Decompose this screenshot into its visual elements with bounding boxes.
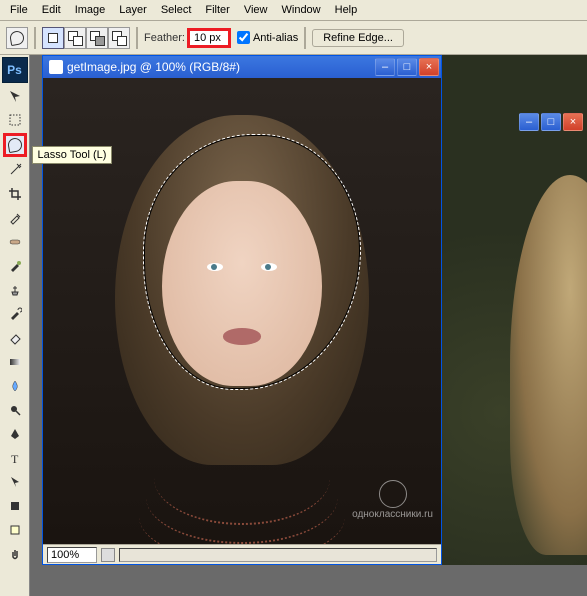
document-statusbar: 100% — [43, 544, 441, 564]
options-bar: Feather: 10 px Anti-alias Refine Edge... — [0, 21, 587, 55]
document-title: getImage.jpg @ 100% (RGB/8#) — [67, 60, 371, 74]
mdi-window-buttons: – □ × — [519, 113, 583, 131]
path-selection-tool[interactable] — [3, 471, 27, 493]
marquee-tool[interactable] — [3, 109, 27, 131]
watermark-text: одноклассники.ru — [352, 509, 433, 520]
hand-tool[interactable] — [3, 543, 27, 565]
close-button[interactable]: × — [419, 58, 439, 76]
watermark: одноклассники.ru — [352, 480, 433, 520]
menu-view[interactable]: View — [238, 2, 274, 18]
menu-file[interactable]: File — [4, 2, 34, 18]
mdi-minimize-button[interactable]: – — [519, 113, 539, 131]
menu-bar: File Edit Image Layer Select Filter View… — [0, 0, 587, 21]
mdi-maximize-button[interactable]: □ — [541, 113, 561, 131]
menu-window[interactable]: Window — [276, 2, 327, 18]
antialias-checkbox[interactable]: Anti-alias — [237, 31, 298, 44]
type-tool[interactable]: T — [3, 447, 27, 469]
watermark-icon — [379, 480, 407, 508]
eyedropper-tool[interactable] — [3, 207, 27, 229]
eraser-tool[interactable] — [3, 327, 27, 349]
history-brush-tool[interactable] — [3, 303, 27, 325]
feather-label: Feather: — [144, 32, 185, 44]
selection-mode-intersect[interactable] — [108, 27, 130, 49]
shape-tool[interactable] — [3, 495, 27, 517]
zoom-input[interactable]: 100% — [47, 547, 97, 563]
toolbox: Ps Lasso Tool (L) — [0, 55, 30, 596]
antialias-label: Anti-alias — [253, 32, 298, 44]
feather-control: Feather: 10 px — [144, 28, 231, 48]
lasso-tool[interactable]: Lasso Tool (L) — [3, 133, 27, 157]
move-tool[interactable] — [3, 85, 27, 107]
selection-mode-group — [42, 27, 130, 49]
selection-mode-subtract[interactable] — [86, 27, 108, 49]
current-tool-indicator[interactable] — [6, 27, 28, 49]
menu-edit[interactable]: Edit — [36, 2, 67, 18]
clone-stamp-tool[interactable] — [3, 279, 27, 301]
statusbar-info-icon[interactable] — [101, 548, 115, 562]
svg-text:T: T — [11, 452, 19, 465]
dodge-tool[interactable] — [3, 399, 27, 421]
maximize-button[interactable]: □ — [397, 58, 417, 76]
app-badge: Ps — [2, 57, 28, 83]
lasso-icon — [6, 137, 22, 153]
menu-image[interactable]: Image — [69, 2, 112, 18]
brush-tool[interactable] — [3, 255, 27, 277]
separator — [34, 27, 36, 49]
photo-necklace — [139, 469, 346, 544]
pen-tool[interactable] — [3, 423, 27, 445]
workspace: – □ × Ps Lasso Tool (L) — [0, 55, 587, 596]
separator — [136, 27, 138, 49]
menu-layer[interactable]: Layer — [113, 2, 153, 18]
separator — [304, 27, 306, 49]
document-icon — [49, 60, 63, 74]
crop-tool[interactable] — [3, 183, 27, 205]
minimize-button[interactable]: – — [375, 58, 395, 76]
lasso-tooltip: Lasso Tool (L) — [32, 146, 113, 164]
healing-brush-tool[interactable] — [3, 231, 27, 253]
document-window: getImage.jpg @ 100% (RGB/8#) – □ × — [42, 55, 442, 565]
horizontal-scrollbar[interactable] — [119, 548, 437, 562]
antialias-checkbox-input[interactable] — [237, 31, 250, 44]
menu-help[interactable]: Help — [329, 2, 364, 18]
gradient-tool[interactable] — [3, 351, 27, 373]
lasso-icon — [9, 29, 25, 45]
window-buttons: – □ × — [375, 58, 439, 76]
magic-wand-tool[interactable] — [3, 159, 27, 181]
mdi-close-button[interactable]: × — [563, 113, 583, 131]
document-titlebar[interactable]: getImage.jpg @ 100% (RGB/8#) – □ × — [43, 56, 441, 78]
feather-input[interactable]: 10 px — [187, 28, 231, 48]
menu-filter[interactable]: Filter — [199, 2, 235, 18]
background-document — [440, 55, 587, 565]
notes-tool[interactable] — [3, 519, 27, 541]
blur-tool[interactable] — [3, 375, 27, 397]
refine-edge-button[interactable]: Refine Edge... — [312, 29, 404, 47]
selection-mode-add[interactable] — [64, 27, 86, 49]
menu-select[interactable]: Select — [155, 2, 198, 18]
selection-mode-new[interactable] — [42, 27, 64, 49]
